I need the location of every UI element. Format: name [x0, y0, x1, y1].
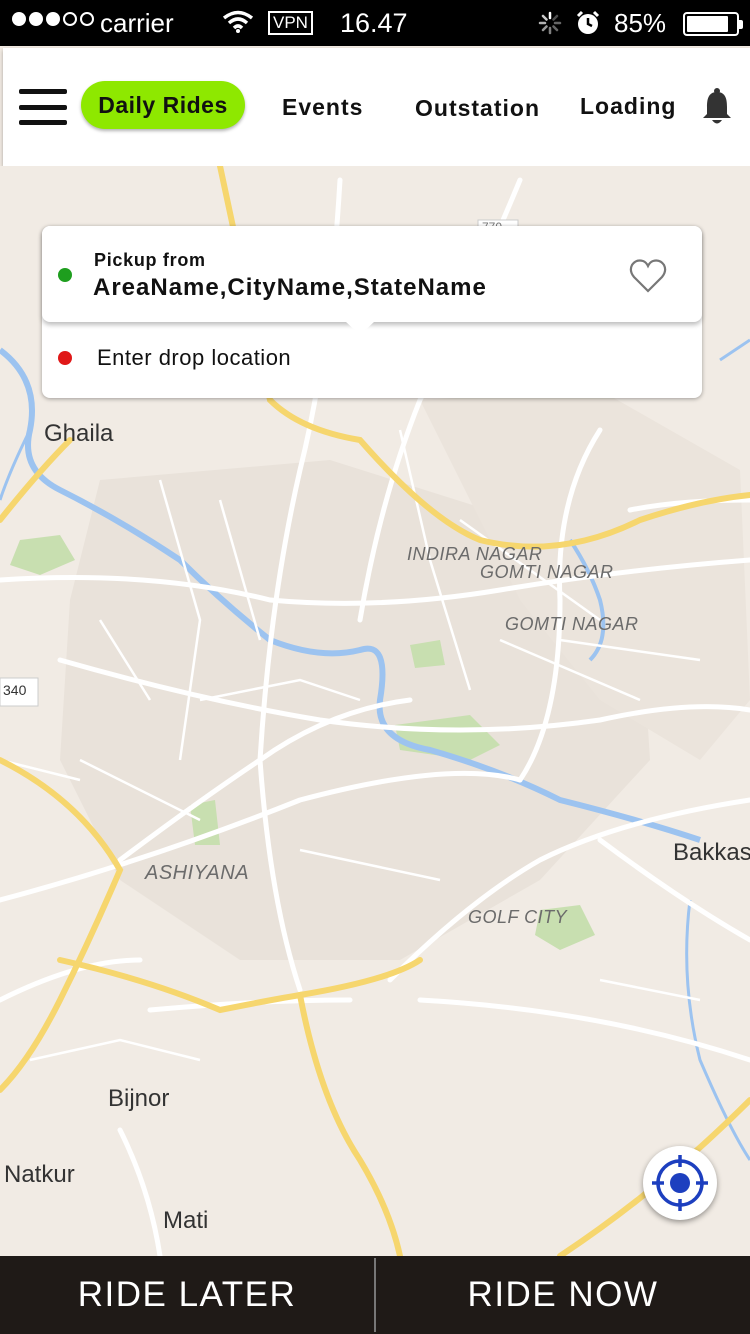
pickup-location-field[interactable]: Pickup from AreaName,CityName,StateName: [42, 226, 702, 335]
alarm-icon: [576, 10, 600, 34]
map-label-gomti-nagar-1: GOMTI NAGAR: [480, 562, 614, 582]
tab-outstation[interactable]: Outstation: [415, 95, 540, 122]
gps-locate-icon: [652, 1155, 708, 1211]
top-navigation: Daily Rides Events Outstation Loading: [3, 48, 750, 166]
ride-now-button[interactable]: RIDE NOW: [376, 1256, 750, 1334]
location-card: Pickup from AreaName,CityName,StateName …: [42, 226, 702, 398]
map-label-ashiyana: ASHIYANA: [145, 862, 250, 884]
tab-events[interactable]: Events: [282, 94, 363, 121]
heart-icon[interactable]: [628, 258, 668, 294]
drop-dot-icon: [58, 351, 72, 365]
map-label-ghaila: Ghaila: [44, 420, 114, 447]
map-label-340: 340: [3, 682, 27, 698]
pickup-address: AreaName,CityName,StateName: [93, 274, 487, 301]
tab-loading[interactable]: Loading: [580, 93, 676, 120]
drop-location-placeholder: Enter drop location: [97, 345, 292, 370]
map-label-golf-city: GOLF CITY: [468, 907, 568, 927]
clock: 16.47: [340, 8, 408, 38]
ride-later-button[interactable]: RIDE LATER: [0, 1256, 374, 1334]
pickup-dot-icon: [58, 268, 72, 282]
pickup-label: Pickup from: [94, 250, 206, 270]
battery-icon: [683, 12, 743, 36]
my-location-button[interactable]: [643, 1146, 717, 1220]
wifi-icon: [222, 10, 254, 33]
hamburger-menu-icon[interactable]: [19, 89, 67, 125]
map-label-gomti-nagar-2: GOMTI NAGAR: [505, 614, 639, 634]
vpn-badge: VPN: [268, 11, 313, 35]
carrier-name: carrier: [100, 8, 174, 38]
signal-strength-icon: [12, 12, 94, 26]
activity-spinner-icon: [538, 11, 562, 35]
battery-percentage: 85%: [614, 8, 667, 38]
map-label-mati: Mati: [163, 1207, 209, 1234]
bottom-action-bar: RIDE LATER RIDE NOW: [0, 1256, 750, 1334]
map-label-natkur: Natkur: [4, 1161, 75, 1188]
bell-icon[interactable]: [700, 87, 734, 127]
status-bar: carrier VPN 16.47 85%: [0, 0, 750, 46]
map-label-bakkas: Bakkas: [673, 839, 750, 866]
tab-daily-rides[interactable]: Daily Rides: [81, 81, 245, 129]
map-label-bijnor: Bijnor: [108, 1085, 170, 1112]
